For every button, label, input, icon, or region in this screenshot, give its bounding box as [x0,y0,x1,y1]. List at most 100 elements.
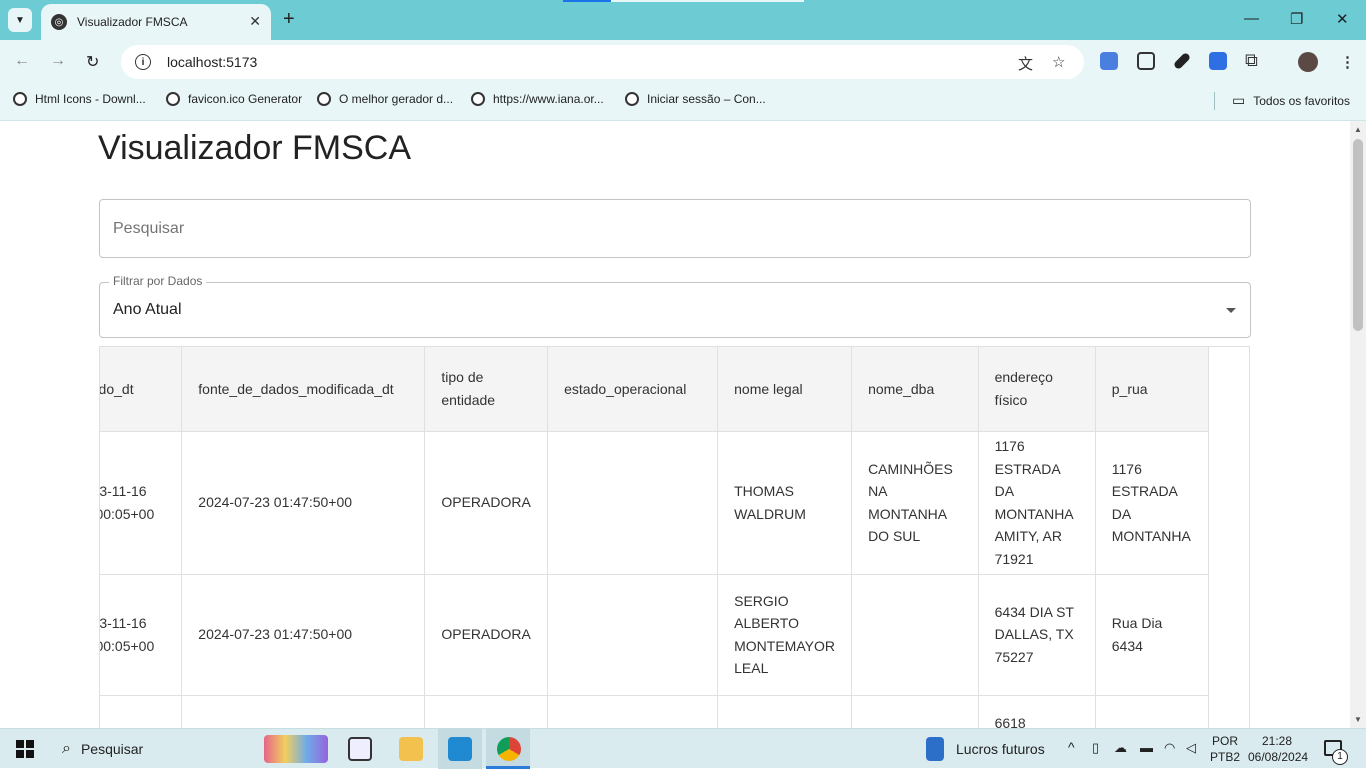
scroll-down-arrow-icon[interactable]: ▼ [1354,715,1362,724]
close-window-button[interactable]: ✕ [1336,10,1349,28]
search-input[interactable] [99,199,1251,258]
close-tab-icon[interactable]: ✕ [249,13,261,30]
globe-icon: ◎ [51,14,67,30]
progress-indicator-track [611,0,804,2]
language-code[interactable]: POR [1212,734,1238,748]
filter-selected-value: Ano Atual [113,301,182,318]
widget-label[interactable]: Lucros futuros [956,741,1045,757]
battery-icon[interactable]: ▯ [1092,740,1099,756]
filter-select[interactable]: Ano Atual [99,282,1251,338]
table-cell: 2024-07-23 01:47:50+00 [181,574,426,696]
bookmarks-bar: Html Icons - Downl... favicon.ico Genera… [0,84,1366,121]
data-table[interactable]: criado_dt fonte_de_dados_modificada_dt t… [99,346,1250,728]
column-header[interactable]: nome_dba [851,347,979,432]
wifi-icon[interactable]: ◠ [1164,740,1175,756]
taskbar-search-label: Pesquisar [80,741,144,757]
font-extension-icon[interactable] [1209,52,1227,70]
clock-time[interactable]: 21:28 [1262,734,1292,748]
minimize-button[interactable]: — [1244,10,1259,27]
reload-button[interactable]: ↻ [86,52,99,72]
bookmark-item[interactable]: favicon.ico Generator [166,92,302,106]
bookmarks-divider [1214,92,1215,110]
new-tab-button[interactable]: + [283,9,295,29]
address-bar[interactable]: i localhost:5173 [121,45,1084,79]
globe-icon [317,92,331,106]
bookmark-item[interactable]: Iniciar sessão – Con... [625,92,766,106]
task-view-icon[interactable] [348,737,372,761]
table-cell [547,574,719,696]
browser-chrome: ▼ ◎ Visualizador FMSCA ✕ + — ❐ ✕ ← → ↻ i… [0,0,1366,121]
bookmark-star-icon[interactable]: ☆ [1052,53,1065,71]
site-info-icon[interactable]: i [135,54,151,70]
table-cell: 1176 ESTRADA DA MONTANHA AMITY, AR 71921 [978,431,1096,575]
globe-icon [625,92,639,106]
reader-extension-icon[interactable] [1137,52,1155,70]
taskbar-search[interactable]: ⌕ Pesquisar [52,729,330,769]
scrollbar-thumb[interactable] [1353,139,1363,331]
column-header[interactable]: criado_dt [100,347,183,432]
clock-date[interactable]: 06/08/2024 [1248,750,1308,764]
translate-extension-icon[interactable] [1100,52,1118,70]
globe-icon [471,92,485,106]
column-header[interactable]: endereço físico [978,347,1096,432]
table-cell: 2023-11-16 12:00:05+00 [100,574,183,696]
page-title: Visualizador FMSCA [98,129,412,167]
folder-icon: ▭ [1232,92,1246,108]
globe-icon [166,92,180,106]
profile-avatar[interactable] [1298,52,1318,72]
file-explorer-icon[interactable] [399,737,423,761]
table-row[interactable]: 2023-11-16 12:00:05+00 2024-07-23 01:47:… [100,574,1210,696]
table-row[interactable]: 6618 [100,695,1210,728]
all-bookmarks-button[interactable]: ▭ Todos os favoritos [1232,92,1350,109]
table-cell [181,695,426,728]
column-header[interactable]: fonte_de_dados_modificada_dt [181,347,426,432]
table-cell [717,695,853,728]
scroll-up-arrow-icon[interactable]: ▲ [1354,125,1362,134]
active-tab[interactable]: ◎ Visualizador FMSCA ✕ [41,4,271,40]
stocks-widget-icon[interactable] [926,737,944,761]
cloud-icon[interactable]: ☁ [1114,740,1127,756]
bookmark-label: favicon.ico Generator [188,92,303,106]
speaker-icon[interactable]: ◁ [1186,740,1196,756]
notification-badge: 1 [1332,749,1348,765]
table-cell: OPERADORA [424,574,549,696]
bookmark-label: O melhor gerador d... [339,92,454,106]
chevron-up-icon[interactable]: ^ [1068,739,1075,755]
table-row[interactable]: 2023-11-16 12:00:05+00 2024-07-23 01:47:… [100,431,1210,575]
windows-start-icon[interactable] [16,740,34,758]
page-content: Visualizador FMSCA Ano Atual Filtrar por… [0,121,1350,728]
bookmark-label: Iniciar sessão – Con... [647,92,766,106]
keyboard-layout[interactable]: PTB2 [1210,750,1240,764]
meet-icon[interactable]: ▬ [1140,740,1153,755]
chevron-down-icon [1226,308,1236,313]
table-cell: SERGIO ALBERTO MONTEMAYOR LEAL [717,574,853,696]
column-header[interactable]: estado_operacional [547,347,719,432]
taskbar: ⌕ Pesquisar Lucros futuros ^ ▯ ☁ ▬ ◠ ◁ P… [0,728,1366,769]
more-menu-icon[interactable]: ⋮ [1340,53,1355,71]
table-cell: 6434 DIA ST DALLAS, TX 75227 [978,574,1096,696]
table-cell: 2024-07-23 01:47:50+00 [181,431,426,575]
extensions-puzzle-icon[interactable]: ⧉ [1245,50,1258,71]
eyedropper-extension-icon[interactable] [1172,51,1192,71]
back-button[interactable]: ← [14,52,30,70]
restore-button[interactable]: ❐ [1290,10,1303,28]
bookmark-item[interactable]: https://www.iana.or... [471,92,604,106]
bookmark-item[interactable]: O melhor gerador d... [317,92,453,106]
table-cell: 2023-11-16 12:00:05+00 [100,431,183,575]
progress-indicator [563,0,611,2]
column-header[interactable]: tipo de entidade [424,347,549,432]
translate-icon[interactable]: 文 [1018,53,1033,74]
chrome-icon[interactable] [497,737,521,761]
column-header[interactable]: nome legal [717,347,853,432]
forward-button[interactable]: → [50,52,66,70]
table-cell [100,695,183,728]
table-header-row: criado_dt fonte_de_dados_modificada_dt t… [100,347,1210,432]
table-cell: CAMINHÕES NA MONTANHA DO SUL [851,431,979,575]
globe-icon [13,92,27,106]
vscode-icon[interactable] [448,737,472,761]
bookmark-item[interactable]: Html Icons - Downl... [13,92,146,106]
tab-search-button[interactable]: ▼ [8,8,32,32]
table-cell: 1176 ESTRADA DA MONTANHA [1095,431,1210,575]
table-cell [851,695,979,728]
column-header[interactable]: p_rua [1095,347,1210,432]
